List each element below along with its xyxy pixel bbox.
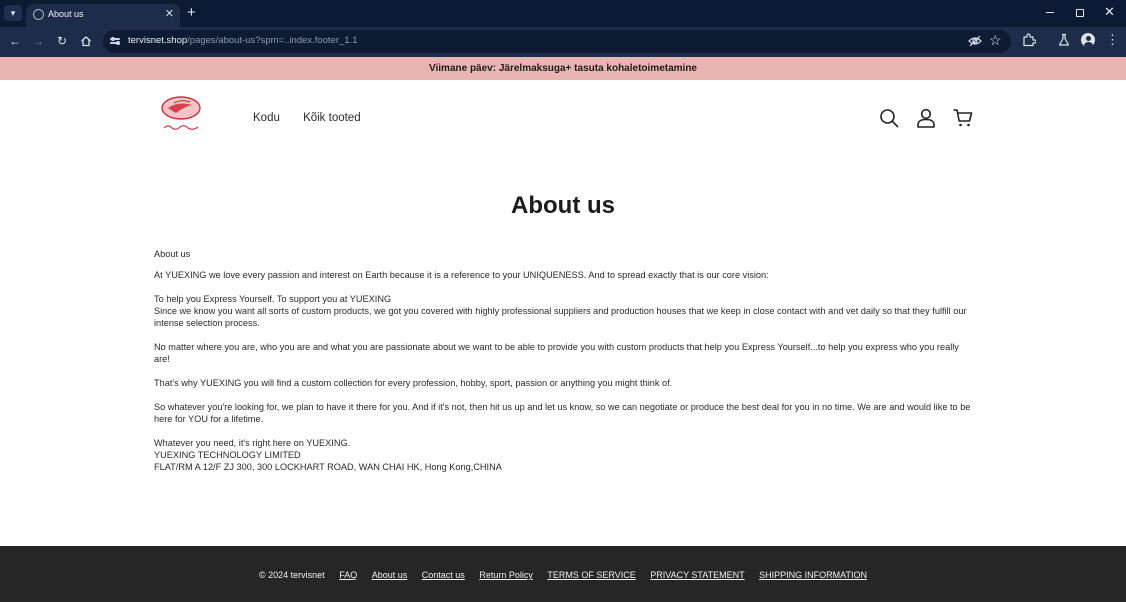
home-icon[interactable] — [78, 33, 94, 49]
bookmark-star-icon[interactable]: ☆ — [989, 32, 1002, 49]
globe-icon — [33, 9, 44, 20]
footer-links: © 2024 tervisnet FAQ About us Contact us… — [0, 570, 1126, 580]
tab-title: About us — [48, 9, 84, 19]
eye-off-icon[interactable] — [968, 35, 982, 47]
back-arrow-icon[interactable]: ← — [7, 33, 23, 49]
labs-flask-icon[interactable] — [1057, 33, 1071, 47]
footer-link-contact-us[interactable]: Contact us — [422, 570, 465, 580]
vision-paragraph: Since we know you want all sorts of cust… — [154, 306, 967, 328]
footer-link-about-us[interactable]: About us — [372, 570, 408, 580]
browser-tab-bar: ▾ About us ✕ + ✕ — [0, 0, 1126, 27]
need-line: Whatever you need, it's right here on YU… — [154, 438, 351, 448]
shopping-cart-icon[interactable] — [953, 108, 973, 128]
whatever-paragraph: So whatever you're looking for, we plan … — [154, 402, 971, 424]
tab-search-chevron-icon[interactable]: ▾ — [4, 5, 22, 21]
more-menu-icon[interactable]: ⋮ — [1106, 32, 1119, 48]
why-paragraph: That's why YUEXING you will find a custo… — [154, 378, 673, 388]
footer-link-shipping[interactable]: SHIPPING INFORMATION — [759, 570, 867, 580]
reload-icon[interactable]: ↻ — [54, 33, 70, 49]
footer-link-return-policy[interactable]: Return Policy — [479, 570, 533, 580]
about-content: About us At YUEXING we love every passio… — [154, 248, 974, 473]
site-footer: © 2024 tervisnet FAQ About us Contact us… — [0, 546, 1126, 602]
browser-toolbar: ← → ↻ tervisnet.shop/pages/about-us?spm=… — [0, 27, 1126, 57]
forward-arrow-icon[interactable]: → — [30, 33, 46, 49]
site-info-tune-icon[interactable] — [110, 35, 122, 47]
profile-avatar-icon[interactable] — [1081, 33, 1095, 47]
close-window-icon[interactable]: ✕ — [1104, 5, 1115, 19]
nav-home-link[interactable]: Kodu — [253, 112, 280, 124]
footer-copyright: © 2024 tervisnet — [259, 570, 325, 580]
page-title: About us — [511, 192, 615, 219]
vision-line: To help you Express Yourself. To support… — [154, 294, 392, 304]
search-icon[interactable] — [879, 108, 899, 128]
content-subtitle: About us — [154, 249, 191, 259]
footer-link-faq[interactable]: FAQ — [339, 570, 357, 580]
footer-link-privacy[interactable]: PRIVACY STATEMENT — [650, 570, 744, 580]
account-user-icon[interactable] — [916, 108, 936, 128]
store-logo[interactable] — [158, 95, 206, 135]
close-tab-icon[interactable]: ✕ — [165, 7, 174, 21]
address-bar[interactable]: tervisnet.shop/pages/about-us?spm=..inde… — [103, 30, 1011, 53]
intro-paragraph: At YUEXING we love every passion and int… — [154, 270, 769, 280]
footer-link-terms[interactable]: TERMS OF SERVICE — [547, 570, 635, 580]
url-text[interactable]: tervisnet.shop/pages/about-us?spm=..inde… — [128, 35, 357, 46]
announcement-bar[interactable]: Viimane päev: Järelmaksuga+ tasuta kohal… — [0, 57, 1126, 80]
restore-window-icon[interactable] — [1076, 9, 1084, 17]
company-address: FLAT/RM A 12/F ZJ 300, 300 LOCKHART ROAD… — [154, 462, 502, 472]
main-navigation: Kodu Kõik tooted — [253, 112, 381, 124]
company-name: YUEXING TECHNOLOGY LIMITED — [154, 450, 301, 460]
extensions-puzzle-icon[interactable] — [1022, 33, 1036, 47]
nav-all-products-link[interactable]: Kõik tooted — [303, 112, 361, 124]
new-tab-plus-icon[interactable]: + — [187, 5, 196, 20]
browser-tab[interactable]: About us ✕ — [26, 4, 180, 27]
no-matter-paragraph: No matter where you are, who you are and… — [154, 342, 959, 364]
minimize-window-icon[interactable] — [1046, 12, 1054, 14]
